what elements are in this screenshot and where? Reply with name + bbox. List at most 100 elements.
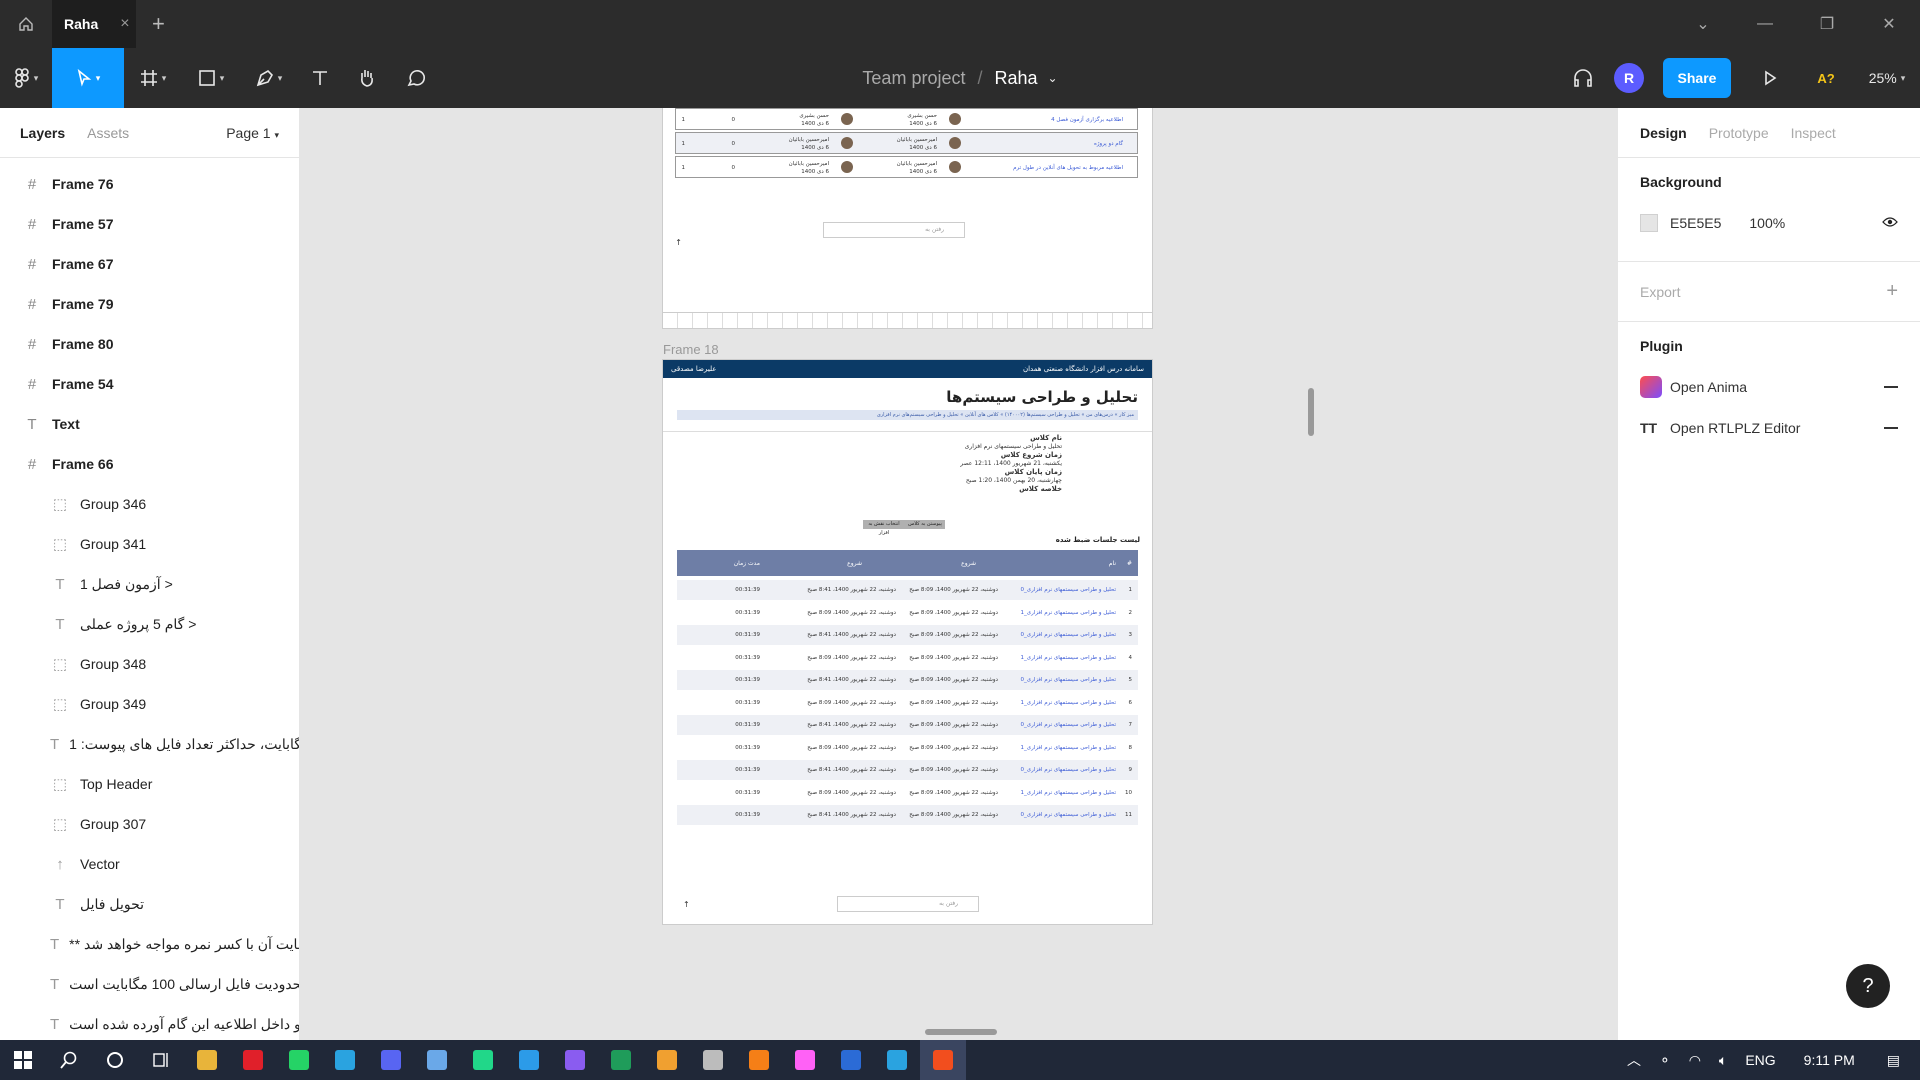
page-selector[interactable]: Page 1 ▾ (226, 125, 279, 141)
session-row[interactable]: 6 تحلیل و طراحی سیستمهای نرم افزاری_1 دوشن… (677, 693, 1138, 713)
chevron-down-icon[interactable]: ⌄ (1672, 0, 1734, 48)
arrow-up-icon-2[interactable]: ↑ (683, 900, 690, 909)
figma-app-icon[interactable] (920, 1040, 966, 1080)
layer-group[interactable]: ⬚ Group 349 (0, 684, 299, 724)
minimize-icon[interactable]: — (1734, 0, 1796, 48)
zoom-control[interactable]: 25% ▾ (1854, 48, 1920, 108)
session-name[interactable]: تحلیل و طراحی سیستمهای نرم افزاری_0 (1021, 812, 1116, 818)
session-row[interactable]: 2 تحلیل و طراحی سیستمهای نرم افزاری_1 دوشن… (677, 603, 1138, 623)
session-name[interactable]: تحلیل و طراحی سیستمهای نرم افزاری_0 (1021, 767, 1116, 773)
figma-menu-icon[interactable]: ▾ (0, 48, 52, 108)
volume-icon[interactable]: 🔈︎ (1719, 1052, 1727, 1069)
vscode-app-icon[interactable] (506, 1040, 552, 1080)
restore-icon[interactable]: ❐ (1796, 0, 1858, 48)
whatsapp-app-icon[interactable] (276, 1040, 322, 1080)
notifications-icon[interactable]: ▤ (1887, 1052, 1900, 1069)
horizontal-scrollbar[interactable] (925, 1029, 997, 1035)
session-row[interactable]: 5 تحلیل و طراحی سیستمهای نرم افزاری_0 دوشن… (677, 670, 1138, 690)
telegram-app-icon[interactable] (322, 1040, 368, 1080)
cortana-icon[interactable] (92, 1040, 138, 1080)
wifi-icon[interactable]: ◠ (1689, 1052, 1701, 1069)
file-name[interactable]: Raha (994, 68, 1037, 89)
layer-frame[interactable]: # Frame 66 (0, 444, 299, 484)
tab-layers[interactable]: Layers (20, 125, 65, 141)
session-name[interactable]: تحلیل و طراحی سیستمهای نرم افزاری_0 (1021, 632, 1116, 638)
layer-frame[interactable]: # Frame 80 (0, 324, 299, 364)
close-tab-icon[interactable]: × (120, 15, 129, 33)
figma-mirror-app-icon[interactable] (552, 1040, 598, 1080)
adobe-xd-app-icon[interactable] (782, 1040, 828, 1080)
user-avatar[interactable]: R (1614, 63, 1644, 93)
frame-18[interactable]: سامانه درس افزار دانشگاه صنعتی همدان علی… (663, 360, 1152, 924)
frame-announcements[interactable]: اطلاعیه برگزاری آزمون فصل 4 حسن بشیری 6 دی… (663, 108, 1152, 328)
layer-frame[interactable]: # Frame 79 (0, 284, 299, 324)
layer-group[interactable]: ⬚ Group 346 (0, 484, 299, 524)
layer-text[interactable]: T گام 5 پروژه عملی > (0, 604, 299, 644)
layer-frame[interactable]: # Frame 76 (0, 164, 299, 204)
session-name[interactable]: تحلیل و طراحی سیستمهای نرم افزاری_0 (1021, 722, 1116, 728)
plugin-open-anima[interactable]: Open Anima (1640, 376, 1898, 398)
layer-text[interactable]: T محدودیت فایل ارسالی 100 مگابایت است * (0, 964, 299, 1004)
session-row[interactable]: 4 تحلیل و طراحی سیستمهای نرم افزاری_1 دوشن… (677, 648, 1138, 668)
canvas[interactable]: اطلاعیه برگزاری آزمون فصل 4 حسن بشیری 6 دی… (300, 108, 1617, 1040)
layer-group[interactable]: ⬚ Group 348 (0, 644, 299, 684)
vertical-scrollbar[interactable] (1308, 388, 1314, 436)
layer-group[interactable]: ⬚ Group 307 (0, 804, 299, 844)
announcement-row[interactable]: اطلاعیه برگزاری آزمون فصل 4 حسن بشیری 6 دی… (675, 108, 1138, 130)
layer-text[interactable]: T تحویل فایل (0, 884, 299, 924)
hand-tool-icon[interactable] (342, 48, 392, 108)
chevron-up-icon[interactable]: ︿ (1627, 1050, 1641, 1070)
clock[interactable]: 9:11 PM (1804, 1052, 1855, 1068)
file-explorer-app-icon[interactable] (184, 1040, 230, 1080)
rectangle-tool-icon[interactable]: ▾ (182, 48, 240, 108)
layer-text[interactable]: T ** عایت آن با کسر نمره مواجه خواهد شد..… (0, 924, 299, 964)
language-indicator[interactable]: ENG (1745, 1052, 1775, 1068)
session-row[interactable]: 9 تحلیل و طراحی سیستمهای نرم افزاری_0 دوشن… (677, 760, 1138, 780)
missing-fonts-badge[interactable]: A? (1798, 48, 1854, 108)
tab-design[interactable]: Design (1640, 125, 1687, 141)
close-window-icon[interactable]: ✕ (1858, 0, 1920, 48)
session-name[interactable]: تحلیل و طراحی سیستمهای نرم افزاری_1 (1021, 745, 1116, 751)
paint-app-icon[interactable] (644, 1040, 690, 1080)
text-tool-icon[interactable] (298, 48, 342, 108)
background-swatch[interactable] (1640, 214, 1658, 232)
network-icon[interactable]: ⚬ (1659, 1052, 1671, 1069)
layer-vector[interactable]: ↑ Vector (0, 844, 299, 884)
session-row[interactable]: 3 تحلیل و طراحی سیستمهای نرم افزاری_0 دوشن… (677, 625, 1138, 645)
layer-group[interactable]: ⬚ Top Header (0, 764, 299, 804)
app-role-button[interactable]: انتخاب نقش به افزار (863, 520, 905, 536)
windows-start-icon[interactable] (0, 1040, 46, 1080)
remove-plugin-icon[interactable] (1884, 427, 1898, 429)
layer-group[interactable]: ⬚ Group 341 (0, 524, 299, 564)
task-view-icon[interactable] (138, 1040, 184, 1080)
layer-text[interactable]: T مگابایت، حداکثر تعداد فایل های پیوست: 1… (0, 724, 299, 764)
tab-assets[interactable]: Assets (87, 125, 129, 141)
background-hex[interactable]: E5E5E5 (1670, 215, 1721, 231)
session-name[interactable]: تحلیل و طراحی سیستمهای نرم افزاری_1 (1021, 700, 1116, 706)
session-row[interactable]: 7 تحلیل و طراحی سیستمهای نرم افزاری_0 دوشن… (677, 715, 1138, 735)
session-row[interactable]: 1 تحلیل و طراحی سیستمهای نرم افزاری_0 دوشن… (677, 580, 1138, 600)
layer-frame[interactable]: # Frame 67 (0, 244, 299, 284)
tab-prototype[interactable]: Prototype (1709, 125, 1769, 141)
announcement-row[interactable]: گام دو پروژه امیرحسین بابائیان 6 دی 1400 ام… (675, 132, 1138, 154)
word-app-icon[interactable] (828, 1040, 874, 1080)
plugin-rtlplz[interactable]: TT Open RTLPLZ Editor (1640, 420, 1898, 436)
join-class-button[interactable]: پیوستن به کلاس (905, 520, 945, 529)
session-name[interactable]: تحلیل و طراحی سیستمهای نرم افزاری_0 (1021, 677, 1116, 683)
session-name[interactable]: تحلیل و طراحی سیستمهای نرم افزاری_1 (1021, 610, 1116, 616)
layer-frame[interactable]: # Frame 57 (0, 204, 299, 244)
move-tool-icon[interactable]: ▾ (52, 48, 124, 108)
announcement-title[interactable]: اطلاعیه مربوط به تحویل های آنلاین در طول… (1013, 165, 1123, 171)
frame-tool-icon[interactable]: ▾ (124, 48, 182, 108)
new-tab-icon[interactable]: + (152, 11, 165, 37)
xampp-app-icon[interactable] (736, 1040, 782, 1080)
present-play-icon[interactable] (1742, 48, 1798, 108)
tab-inspect[interactable]: Inspect (1791, 125, 1836, 141)
layer-text[interactable]: T ویدیو داخل اطلاعیه این گام آورده شده اس… (0, 1004, 299, 1044)
3d-app-app-icon[interactable] (414, 1040, 460, 1080)
announcement-title[interactable]: گام دو پروژه (1094, 141, 1123, 147)
session-name[interactable]: تحلیل و طراحی سیستمهای نرم افزاری_1 (1021, 790, 1116, 796)
background-opacity[interactable]: 100% (1749, 215, 1785, 231)
arrow-up-icon[interactable]: ↑ (675, 238, 682, 247)
layer-frame[interactable]: # Frame 54 (0, 364, 299, 404)
